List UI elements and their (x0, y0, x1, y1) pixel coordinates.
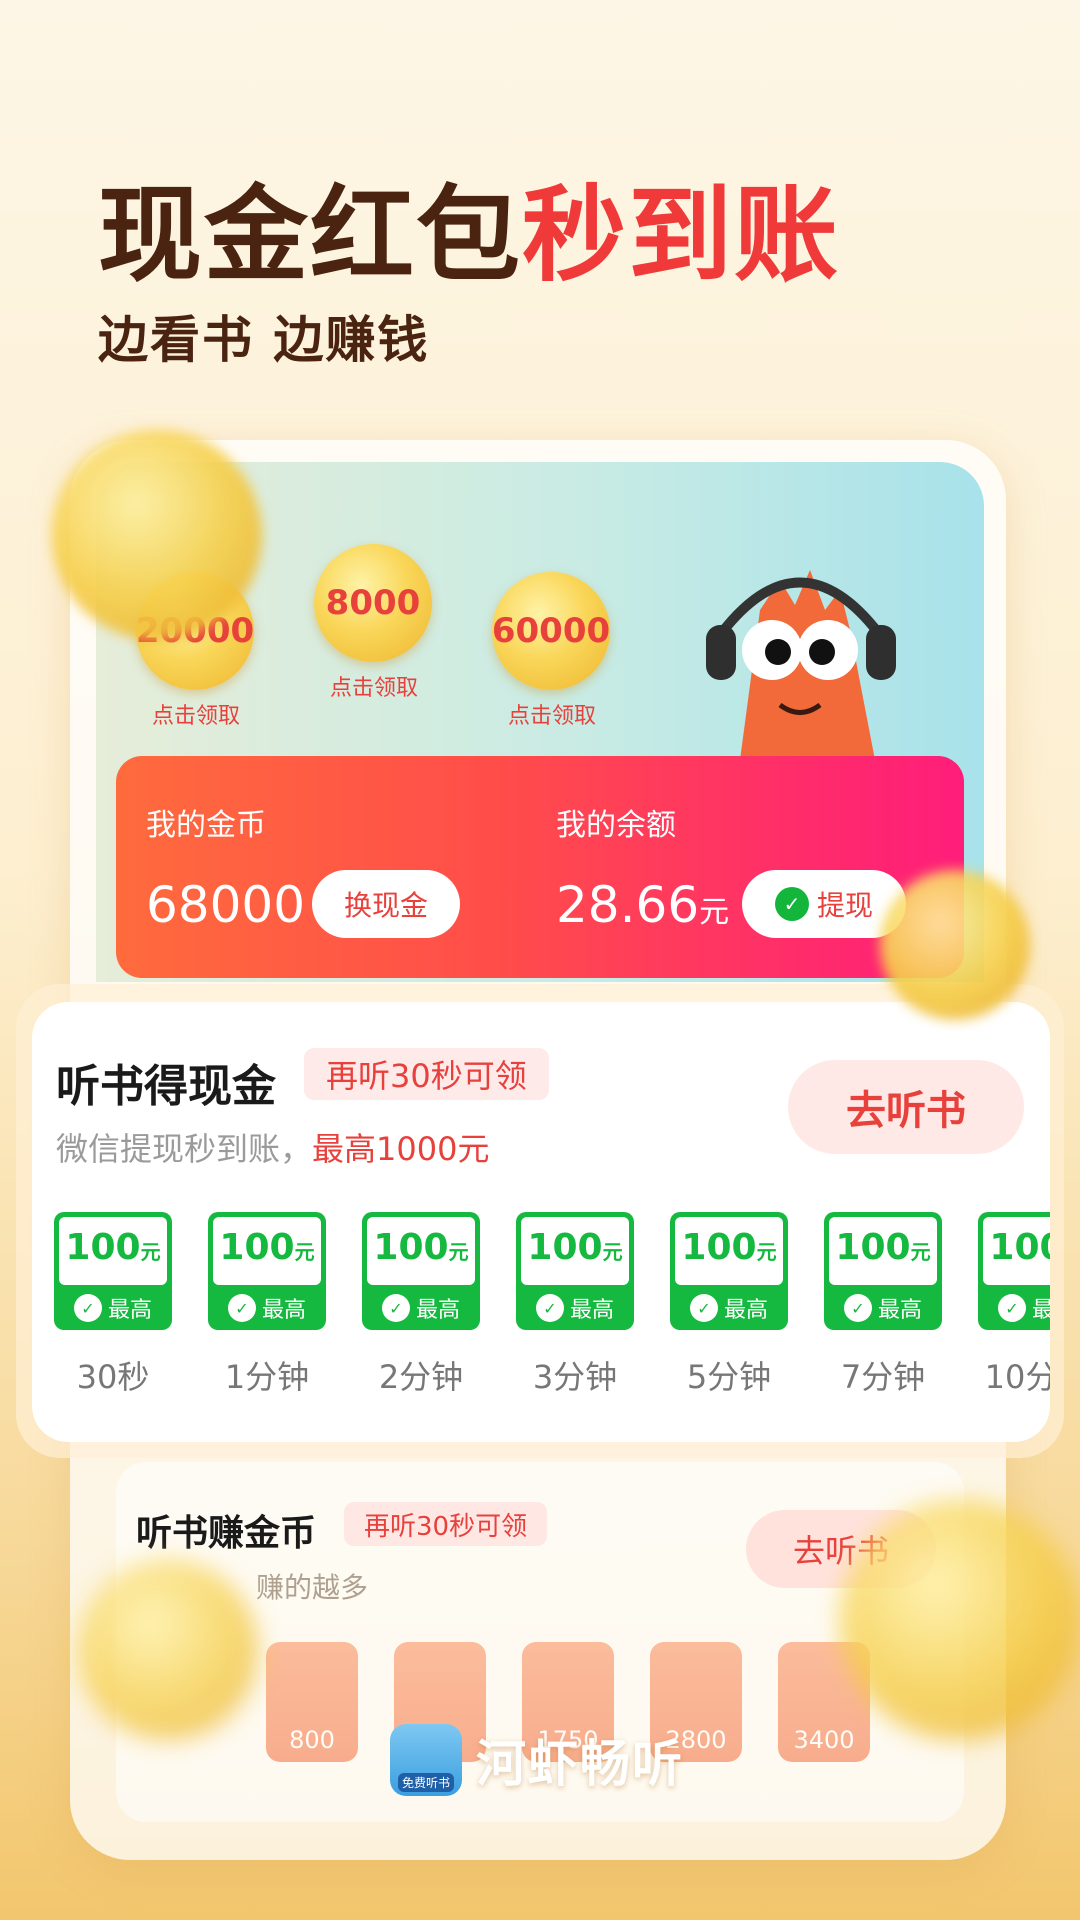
coin-bubble[interactable]: 60000 (492, 572, 610, 690)
wechat-icon: ✓ (227, 1294, 256, 1322)
reward-tile[interactable]: 100元 ✓最高 (54, 1212, 172, 1330)
wechat-icon: ✓ (997, 1294, 1026, 1322)
balance-unit: 元 (699, 895, 730, 930)
balance-amount: 28.66 (556, 876, 700, 934)
brand-logo-icon: 免费听书 (390, 1724, 462, 1796)
reward-amount: 100元 (59, 1217, 167, 1285)
reward-max: ✓最高 (978, 1292, 1050, 1324)
go-listen-button[interactable]: 去听书 (788, 1060, 1024, 1154)
reward-max: ✓最高 (670, 1292, 788, 1324)
coin-bubble-caption: 点击领取 (329, 676, 418, 701)
reward-time: 3分钟 (532, 1358, 618, 1396)
reward-max-label: 最高 (107, 1298, 152, 1323)
reward-max: ✓最高 (208, 1292, 326, 1324)
listen-cash-card: 听书得现金 再听30秒可领 微信提现秒到账，最高1000元 去听书 100 元 ✓ 最… (32, 1002, 1050, 1442)
reward-amount: 100元 (675, 1217, 783, 1285)
headline-part2: 秒到账 (522, 174, 841, 296)
listen-cash-desc-highlight: 最高1000元 (312, 1130, 490, 1168)
reward-amount-unit: 元 (294, 1240, 315, 1264)
reward-tile[interactable]: 100元 ✓最高 (516, 1212, 634, 1330)
listen-coins-title: 听书赚金币 (136, 1513, 317, 1554)
coin-bubble-caption: 点击领取 (507, 704, 596, 729)
reward-amount-unit: 元 (910, 1240, 931, 1264)
brand-logo-text: 免费听书 (397, 1773, 454, 1792)
envelope-value: 800 (289, 1726, 335, 1754)
reward-tile[interactable]: 100元 ✓最高 (824, 1212, 942, 1330)
listen-cash-title: 听书得现金 (56, 1061, 276, 1112)
balance-label: 我的余额 (556, 808, 676, 843)
wechat-icon: ✓ (73, 1294, 102, 1322)
wechat-icon: ✓ (774, 887, 809, 921)
reward-max: ✓最高 (54, 1292, 172, 1324)
reward-amount-number: 100 (527, 1227, 603, 1268)
reward-amount: 100元 (367, 1217, 475, 1285)
reward-max: ✓最高 (362, 1292, 480, 1324)
coin-bubble-caption: 点击领取 (151, 704, 240, 729)
reward-tile[interactable]: 100元 ✓最高 (978, 1212, 1050, 1330)
coin-bubble-value: 8000 (325, 583, 421, 623)
reward-amount-number: 100 (373, 1227, 449, 1268)
reward-max: ✓最高 (824, 1292, 942, 1324)
reward-max-label: 最高 (877, 1298, 922, 1323)
floating-coin-icon (840, 1500, 1080, 1740)
brand-footer: 免费听书 河虾畅听 (390, 1724, 684, 1796)
shrimp-mascot-icon (706, 570, 896, 760)
withdraw-label: 提现 (816, 889, 873, 922)
subline: 边看书 边赚钱 (98, 311, 430, 369)
floating-coin-icon (880, 870, 1030, 1020)
coin-bubble-value: 60000 (491, 611, 611, 651)
listen-coins-tag: 再听30秒可领 (344, 1502, 548, 1546)
floating-coin-icon (52, 430, 262, 640)
reward-amount-number: 100 (681, 1227, 757, 1268)
reward-amount-unit: 元 (140, 1240, 161, 1264)
reward-max-label: 最高 (261, 1298, 306, 1323)
reward-time: 1分钟 (224, 1358, 310, 1396)
coin-bubble[interactable]: 8000 (314, 544, 432, 662)
reward-amount-number: 100 (219, 1227, 295, 1268)
reward-amount-number: 100 (835, 1227, 911, 1268)
brand-name: 河虾畅听 (476, 1735, 684, 1793)
reward-amount-unit: 元 (448, 1240, 469, 1264)
reward-amount: 100元 (829, 1217, 937, 1285)
reward-amount-number: 100 (65, 1227, 141, 1268)
reward-tile[interactable]: 100元 ✓最高 (208, 1212, 326, 1330)
reward-max-label: 最高 (569, 1298, 614, 1323)
coins-label: 我的金币 (146, 808, 266, 843)
listen-cash-desc-prefix: 微信提现秒到账， (56, 1130, 313, 1168)
envelope-value: 3400 (793, 1726, 855, 1754)
red-envelope-tile[interactable]: 800 (266, 1642, 358, 1762)
reward-time: 2分钟 (378, 1358, 464, 1396)
coins-value: 68000 (146, 876, 306, 934)
floating-coin-icon (78, 1560, 258, 1740)
wechat-icon: ✓ (381, 1294, 410, 1322)
reward-max-label: 最高 (1031, 1298, 1050, 1323)
reward-tile[interactable]: 100元 ✓最高 (362, 1212, 480, 1330)
reward-amount: 100元 (521, 1217, 629, 1285)
reward-max-label: 最高 (723, 1298, 768, 1323)
reward-amount: 100元 (983, 1217, 1050, 1285)
reward-time: 30秒 (76, 1358, 150, 1396)
reward-amount-unit: 元 (756, 1240, 777, 1264)
exchange-cash-button[interactable]: 换现金 (312, 870, 460, 938)
reward-amount-number: 100 (989, 1227, 1050, 1268)
wechat-icon: ✓ (535, 1294, 564, 1322)
listen-cash-tag: 再听30秒可领 (304, 1048, 549, 1100)
reward-time: 5分钟 (686, 1358, 772, 1396)
wechat-icon: ✓ (689, 1294, 718, 1322)
reward-max-label: 最高 (415, 1298, 460, 1323)
reward-max: ✓最高 (516, 1292, 634, 1324)
listen-cash-desc: 微信提现秒到账，最高1000元 (56, 1124, 489, 1170)
reward-amount: 100元 (213, 1217, 321, 1285)
listen-coins-desc: 赚的越多 (256, 1571, 369, 1604)
reward-time: 7分钟 (840, 1358, 926, 1396)
balance-value: 28.66元 (556, 876, 729, 934)
reward-amount-unit: 元 (602, 1240, 623, 1264)
wallet-panel: 我的金币 68000 换现金 我的余额 28.66元 ✓ 提现 (116, 756, 964, 978)
headline: 现金红包秒到账 (98, 150, 840, 301)
reward-tile[interactable]: 100元 ✓最高 (670, 1212, 788, 1330)
reward-time: 10分钟 (984, 1358, 1050, 1396)
wechat-icon: ✓ (843, 1294, 872, 1322)
headline-part1: 现金红包 (98, 174, 523, 296)
